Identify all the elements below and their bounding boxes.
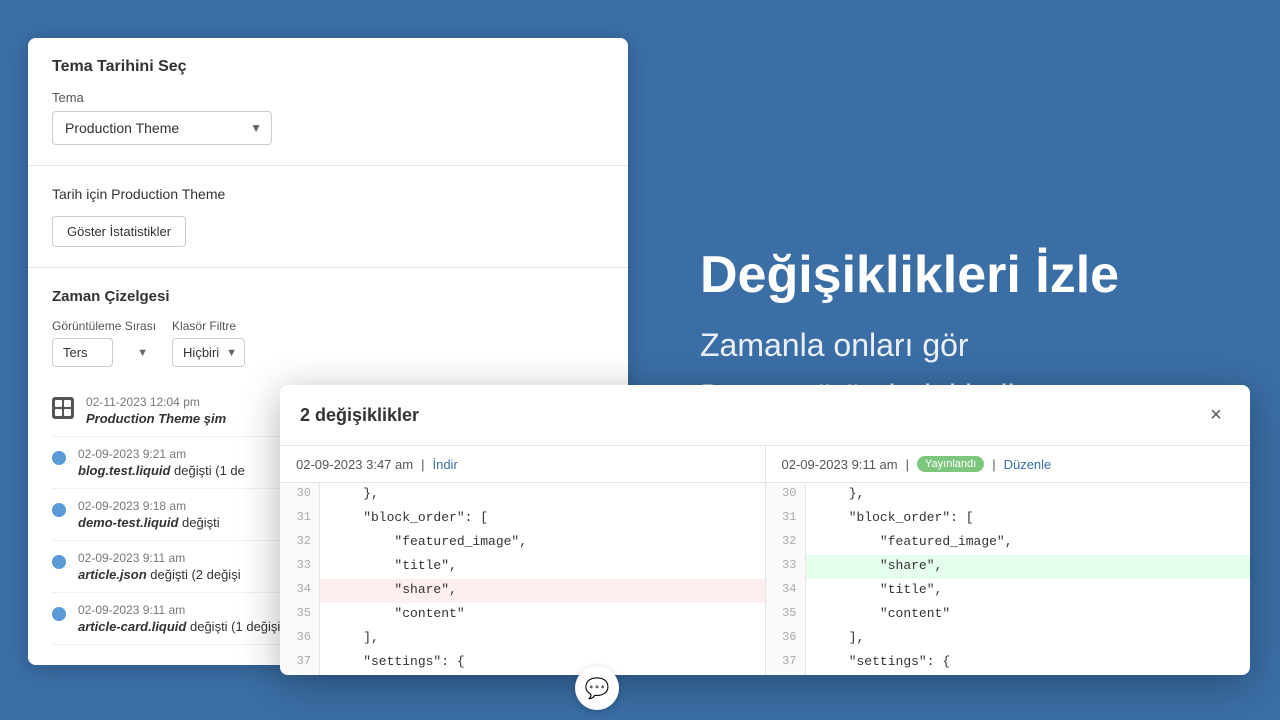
line-content: "share",	[320, 579, 765, 603]
line-content: "settings": {	[806, 651, 1251, 675]
folder-filter-group: Klasör Filtre Hiçbiri ▼	[172, 319, 245, 367]
line-number: 32	[766, 531, 806, 555]
line-content: ],	[320, 627, 765, 651]
diff-modal: 2 değişiklikler × 02-09-2023 3:47 am | İ…	[280, 385, 1250, 675]
timeline-header: Zaman Çizelgesi	[52, 288, 604, 305]
diff-line: 36 ],	[280, 627, 765, 651]
timeline-dot-icon	[52, 555, 66, 569]
edit-link[interactable]: Düzenle	[1004, 457, 1052, 472]
diff-left-side: 30 },31 "block_order": [32 "featured_ima…	[280, 483, 766, 675]
diff-line: 31 "block_order": [	[280, 507, 765, 531]
line-content: "title",	[806, 579, 1251, 603]
diff-right-header: 02-09-2023 9:11 am | Yayınlandı | Düzenl…	[766, 446, 1251, 482]
diff-line: 30 },	[766, 483, 1251, 507]
line-number: 34	[766, 579, 806, 603]
download-link[interactable]: İndir	[432, 457, 457, 472]
sort-chevron-icon: ▼	[137, 347, 148, 359]
line-content: "featured_image",	[320, 531, 765, 555]
diff-line: 34 "title",	[766, 579, 1251, 603]
line-number: 37	[766, 651, 806, 675]
line-number: 33	[766, 555, 806, 579]
diff-right-side: 30 },31 "block_order": [32 "featured_ima…	[766, 483, 1251, 675]
close-button[interactable]: ×	[1202, 401, 1230, 429]
line-content: "block_order": [	[806, 507, 1251, 531]
diff-header-row: 02-09-2023 3:47 am | İndir 02-09-2023 9:…	[280, 446, 1250, 483]
diff-line: 37 "settings": {	[280, 651, 765, 675]
diff-line: 34 "share",	[280, 579, 765, 603]
diff-line: 33 "share",	[766, 555, 1251, 579]
grid-icon	[52, 397, 74, 419]
diff-line: 37 "settings": {	[766, 651, 1251, 675]
line-number: 31	[280, 507, 320, 531]
chat-button[interactable]: 💬	[575, 666, 619, 710]
line-number: 32	[280, 531, 320, 555]
history-title: Tarih için Production Theme	[52, 186, 604, 202]
line-number: 35	[766, 603, 806, 627]
theme-select-section: Tema Tarihini Seç Tema Production Theme …	[28, 38, 628, 166]
line-number: 30	[280, 483, 320, 507]
line-content: "content"	[806, 603, 1251, 627]
bg-line1: Zamanla onları gör	[700, 320, 1220, 371]
line-content: "share",	[806, 555, 1251, 579]
line-number: 36	[766, 627, 806, 651]
line-content: },	[320, 483, 765, 507]
filter-row: Görüntüleme Sırası Ters ▼ Klasör Filtre …	[52, 319, 604, 367]
line-content: },	[806, 483, 1251, 507]
line-content: "settings": {	[320, 651, 765, 675]
line-number: 33	[280, 555, 320, 579]
line-number: 37	[280, 651, 320, 675]
line-content: "title",	[320, 555, 765, 579]
panel-title: Tema Tarihini Seç	[52, 58, 604, 76]
timeline-dot-icon	[52, 451, 66, 465]
separator: |	[421, 457, 424, 472]
folder-label: Klasör Filtre	[172, 319, 245, 333]
sort-label: Görüntüleme Sırası	[52, 319, 156, 333]
folder-select[interactable]: Hiçbiri	[172, 338, 245, 367]
sort-select[interactable]: Ters	[52, 338, 113, 367]
sort-filter-group: Görüntüleme Sırası Ters ▼	[52, 319, 156, 367]
line-number: 35	[280, 603, 320, 627]
separator2: |	[992, 457, 995, 472]
line-number: 34	[280, 579, 320, 603]
right-date: 02-09-2023 9:11 am	[782, 457, 898, 472]
diff-line: 30 },	[280, 483, 765, 507]
diff-line: 35 "content"	[766, 603, 1251, 627]
line-number: 30	[766, 483, 806, 507]
timeline-dot-icon	[52, 607, 66, 621]
diff-line: 36 ],	[766, 627, 1251, 651]
line-content: ],	[806, 627, 1251, 651]
separator: |	[906, 457, 909, 472]
bg-heading: Değişiklikleri İzle	[700, 247, 1220, 304]
diff-left-header: 02-09-2023 3:47 am | İndir	[280, 446, 766, 482]
line-content: "featured_image",	[806, 531, 1251, 555]
theme-select[interactable]: Production Theme	[52, 111, 272, 145]
diff-container: 30 },31 "block_order": [32 "featured_ima…	[280, 483, 1250, 675]
modal-title: 2 değişiklikler	[300, 405, 419, 426]
diff-line: 32 "featured_image",	[766, 531, 1251, 555]
published-badge: Yayınlandı	[917, 456, 984, 472]
diff-line: 33 "title",	[280, 555, 765, 579]
stats-section: Tarih için Production Theme Göster İstat…	[28, 166, 628, 268]
line-content: "block_order": [	[320, 507, 765, 531]
diff-line: 35 "content"	[280, 603, 765, 627]
diff-line: 31 "block_order": [	[766, 507, 1251, 531]
theme-label: Tema	[52, 90, 604, 105]
show-stats-button[interactable]: Göster İstatistikler	[52, 216, 186, 247]
line-number: 31	[766, 507, 806, 531]
theme-select-wrapper[interactable]: Production Theme ▼	[52, 111, 272, 145]
line-content: "content"	[320, 603, 765, 627]
diff-line: 32 "featured_image",	[280, 531, 765, 555]
modal-header: 2 değişiklikler ×	[280, 385, 1250, 446]
timeline-dot-icon	[52, 503, 66, 517]
left-date: 02-09-2023 3:47 am	[296, 457, 413, 472]
line-number: 36	[280, 627, 320, 651]
